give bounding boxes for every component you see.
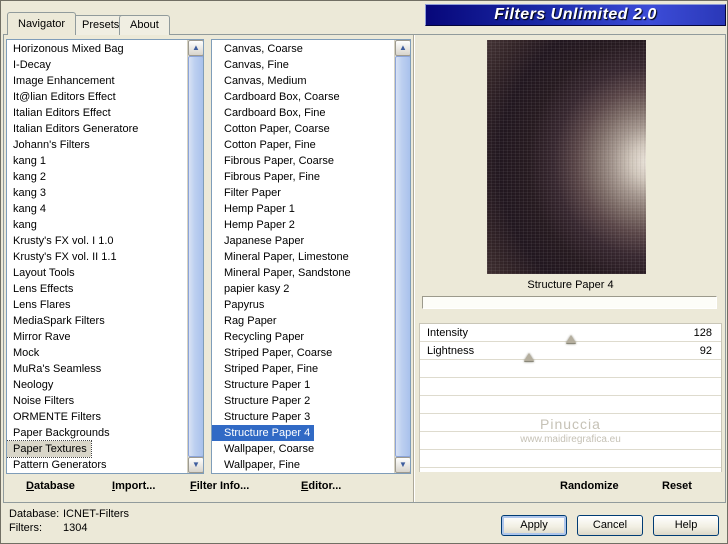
filter-item[interactable]: Cotton Paper, Coarse: [212, 121, 394, 137]
filter-item[interactable]: Mineral Paper, Limestone: [212, 249, 394, 265]
filter-item[interactable]: Cardboard Box, Fine: [212, 105, 394, 121]
reset-button[interactable]: Reset: [662, 480, 692, 492]
filter-item[interactable]: Striped Paper, Fine: [212, 361, 394, 377]
filter-item[interactable]: Rag Paper: [212, 313, 394, 329]
database-status-label: Database:: [9, 508, 60, 520]
category-item[interactable]: Paper Backgrounds: [7, 425, 187, 441]
filter-item[interactable]: Canvas, Fine: [212, 57, 394, 73]
filter-item[interactable]: Papyrus: [212, 297, 394, 313]
parameter-value: 128: [693, 327, 712, 339]
import-button[interactable]: Import...: [112, 480, 155, 492]
filter-item[interactable]: Canvas, Medium: [212, 73, 394, 89]
category-list-items: Horizonous Mixed Bag I-Decay Image Enhance…: [7, 41, 187, 473]
scroll-up-icon[interactable]: ▲: [395, 40, 410, 56]
scroll-down-icon[interactable]: ▼: [395, 457, 410, 473]
category-item[interactable]: Johann's Filters: [7, 137, 187, 153]
scrollbar-thumb[interactable]: [395, 56, 410, 457]
navigator-tab-page: Horizonous Mixed Bag I-Decay Image Enhance…: [3, 34, 726, 503]
filter-info-button[interactable]: Filter Info...: [190, 480, 249, 492]
category-item[interactable]: kang 2: [7, 169, 187, 185]
filter-scrollbar[interactable]: ▲ ▼: [394, 40, 410, 473]
category-item[interactable]: Image Enhancement: [7, 73, 187, 89]
category-item[interactable]: Lens Effects: [7, 281, 187, 297]
cancel-button[interactable]: Cancel: [577, 515, 643, 536]
parameter-label: Lightness: [427, 345, 475, 357]
category-item[interactable]: Krusty's FX vol. II 1.1: [7, 249, 187, 265]
tab-navigator[interactable]: Navigator: [7, 12, 77, 35]
filters-unlimited-window: Filters Unlimited 2.0 Navigator Presets …: [0, 0, 728, 544]
category-item[interactable]: Neology: [7, 377, 187, 393]
filter-listbox[interactable]: Canvas, Coarse Canvas, Fine Canvas, Medium…: [211, 39, 411, 474]
category-listbox[interactable]: Horizonous Mixed Bag I-Decay Image Enhance…: [6, 39, 204, 474]
filter-item[interactable]: Japanese Paper: [212, 233, 394, 249]
filter-item[interactable]: Cotton Paper, Fine: [212, 137, 394, 153]
scrollbar-thumb[interactable]: [188, 56, 203, 457]
category-item[interactable]: Pattern Generators: [7, 457, 187, 473]
category-item[interactable]: Italian Editors Generatore: [7, 121, 187, 137]
filter-item[interactable]: Mineral Paper, Sandstone: [212, 265, 394, 281]
scroll-up-icon[interactable]: ▲: [188, 40, 203, 56]
category-item[interactable]: kang 4: [7, 201, 187, 217]
category-item[interactable]: Layout Tools: [7, 265, 187, 281]
filter-item[interactable]: Structure Paper 2: [212, 393, 394, 409]
help-button[interactable]: Help: [653, 515, 719, 536]
category-item[interactable]: ORMENTE Filters: [7, 409, 187, 425]
filter-item[interactable]: Hemp Paper 2: [212, 217, 394, 233]
filter-item[interactable]: Wallpaper, Coarse: [212, 441, 394, 457]
category-item[interactable]: MuRa's Seamless: [7, 361, 187, 377]
filter-item[interactable]: Recycling Paper: [212, 329, 394, 345]
parameter-list: Pinuccia www.maidiregrafica.eu Intensity…: [419, 323, 722, 472]
category-scrollbar[interactable]: ▲ ▼: [187, 40, 203, 473]
category-item[interactable]: Noise Filters: [7, 393, 187, 409]
category-item[interactable]: It@lian Editors Effect: [7, 89, 187, 105]
tab-about[interactable]: About: [119, 15, 170, 35]
filter-item[interactable]: Structure Paper 4: [212, 425, 315, 441]
filter-item[interactable]: Striped Paper, Coarse: [212, 345, 394, 361]
preview-caption: Structure Paper 4: [527, 279, 614, 291]
filter-item[interactable]: Canvas, Coarse: [212, 41, 394, 57]
category-item[interactable]: kang 1: [7, 153, 187, 169]
filter-item[interactable]: Structure Paper 3: [212, 409, 394, 425]
category-item[interactable]: Mirror Rave: [7, 329, 187, 345]
filter-item[interactable]: papier kasy 2: [212, 281, 394, 297]
category-item[interactable]: Paper Textures: [7, 440, 92, 458]
editor-button[interactable]: Editor...: [301, 480, 341, 492]
watermark-url: www.maidiregrafica.eu: [520, 434, 621, 445]
filter-item[interactable]: Fibrous Paper, Coarse: [212, 153, 394, 169]
category-item[interactable]: Italian Editors Effect: [7, 105, 187, 121]
filters-status-label: Filters:: [9, 522, 42, 534]
apply-button[interactable]: Apply: [501, 515, 567, 536]
category-item[interactable]: Krusty's FX vol. I 1.0: [7, 233, 187, 249]
category-item[interactable]: I-Decay: [7, 57, 187, 73]
category-item[interactable]: kang: [7, 217, 187, 233]
watermark: Pinuccia www.maidiregrafica.eu: [420, 416, 721, 445]
preview-panel: Structure Paper 4 Pinuccia www.maidiregr…: [415, 35, 726, 502]
category-item[interactable]: MediaSpark Filters: [7, 313, 187, 329]
category-item[interactable]: kang 3: [7, 185, 187, 201]
slider-thumb[interactable]: [523, 353, 534, 361]
filter-item[interactable]: Hemp Paper 1: [212, 201, 394, 217]
filter-item[interactable]: Filter Paper: [212, 185, 394, 201]
filters-status-value: 1304: [63, 522, 88, 534]
filter-item[interactable]: Fibrous Paper, Fine: [212, 169, 394, 185]
filter-item[interactable]: Cardboard Box, Coarse: [212, 89, 394, 105]
parameter-label: Intensity: [427, 327, 468, 339]
filter-item[interactable]: Wallpaper, Fine: [212, 457, 394, 473]
scroll-down-icon[interactable]: ▼: [188, 457, 203, 473]
category-item[interactable]: Lens Flares: [7, 297, 187, 313]
window-title-banner: Filters Unlimited 2.0: [425, 4, 726, 26]
parameter-value: 92: [699, 345, 712, 357]
category-item[interactable]: Horizonous Mixed Bag: [7, 41, 187, 57]
filter-list-items: Canvas, Coarse Canvas, Fine Canvas, Medium…: [212, 41, 394, 473]
parameter-row: Lightness 92: [420, 342, 721, 360]
preview-progress-bar: [422, 296, 717, 309]
database-status-value: ICNET-Filters: [63, 508, 129, 520]
database-button[interactable]: Database: [26, 480, 75, 492]
watermark-name: Pinuccia: [540, 416, 601, 432]
randomize-button[interactable]: Randomize: [560, 480, 619, 492]
preview-image: [487, 40, 646, 274]
filter-item[interactable]: Structure Paper 1: [212, 377, 394, 393]
category-item[interactable]: Mock: [7, 345, 187, 361]
